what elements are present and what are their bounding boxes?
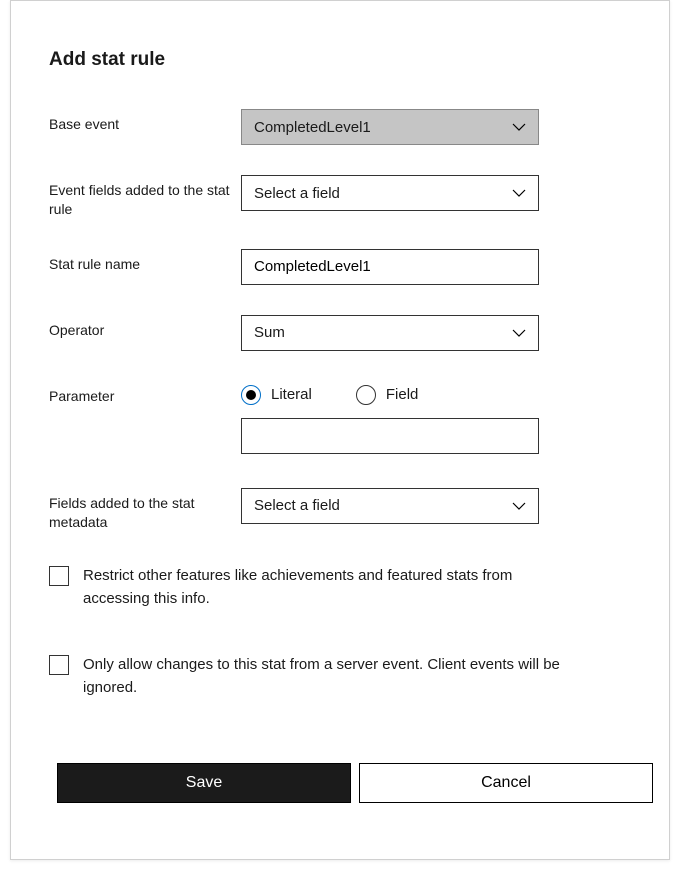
metadata-fields-placeholder: Select a field xyxy=(254,497,340,514)
parameter-radio-group: Literal Field xyxy=(241,381,623,405)
chevron-down-icon xyxy=(512,329,526,337)
event-fields-label: Event fields added to the stat rule xyxy=(49,175,241,219)
parameter-label: Parameter xyxy=(49,381,241,406)
restrict-checkbox-label: Restrict other features like achievement… xyxy=(83,565,563,610)
operator-value: Sum xyxy=(254,324,285,341)
server-only-checkbox[interactable] xyxy=(49,655,69,675)
base-event-select[interactable]: CompletedLevel1 xyxy=(241,109,539,145)
metadata-fields-label: Fields added to the stat metadata xyxy=(49,488,241,532)
radio-icon xyxy=(241,385,261,405)
modal-title: Add stat rule xyxy=(49,49,623,71)
base-event-value: CompletedLevel1 xyxy=(254,119,371,136)
event-fields-placeholder: Select a field xyxy=(254,185,340,202)
parameter-radio-field[interactable]: Field xyxy=(356,385,419,405)
metadata-fields-select[interactable]: Select a field xyxy=(241,488,539,524)
base-event-label: Base event xyxy=(49,109,241,134)
operator-label: Operator xyxy=(49,315,241,340)
chevron-down-icon xyxy=(512,189,526,197)
chevron-down-icon xyxy=(512,502,526,510)
background-obscured-text: es g se m ue xyxy=(683,56,699,306)
restrict-checkbox[interactable] xyxy=(49,566,69,586)
parameter-radio-literal[interactable]: Literal xyxy=(241,385,312,405)
stat-rule-name-label: Stat rule name xyxy=(49,249,241,274)
server-only-checkbox-label: Only allow changes to this stat from a s… xyxy=(83,654,563,699)
cancel-button[interactable]: Cancel xyxy=(359,763,653,803)
event-fields-select[interactable]: Select a field xyxy=(241,175,539,211)
radio-icon xyxy=(356,385,376,405)
save-button[interactable]: Save xyxy=(57,763,351,803)
operator-select[interactable]: Sum xyxy=(241,315,539,351)
chevron-down-icon xyxy=(512,123,526,131)
stat-rule-name-input[interactable] xyxy=(241,249,539,285)
parameter-value-input[interactable] xyxy=(241,418,539,454)
add-stat-rule-modal: Add stat rule Base event CompletedLevel1… xyxy=(10,0,670,860)
